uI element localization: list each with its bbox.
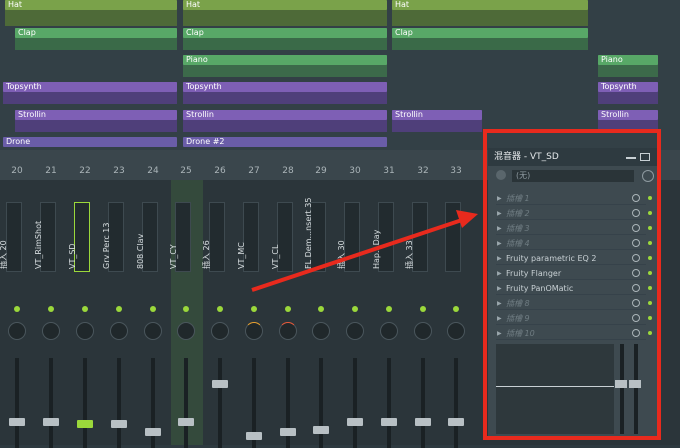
highlight-box xyxy=(483,129,661,440)
